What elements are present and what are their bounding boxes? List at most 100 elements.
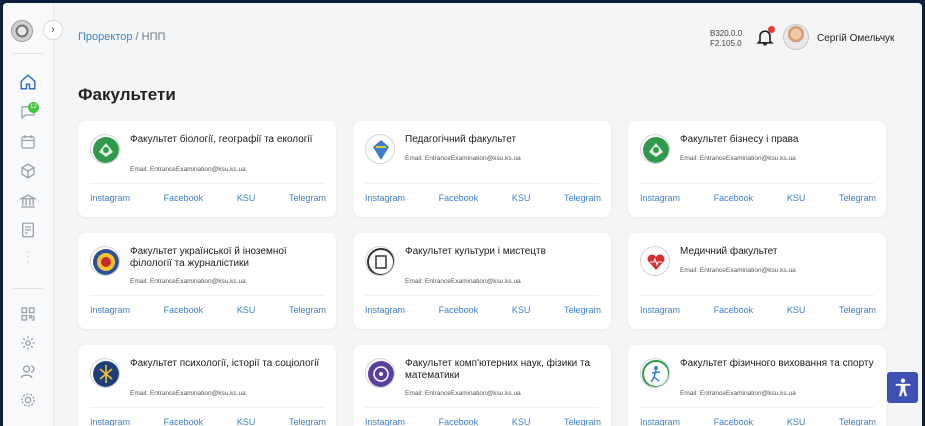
facebook-link[interactable]: Facebook [164, 305, 204, 315]
social-links: Instagram Facebook KSU Telegram [365, 193, 601, 203]
faculty-emblem-icon [90, 358, 120, 388]
telegram-link[interactable]: Telegram [839, 305, 876, 315]
ksu-link[interactable]: KSU [512, 305, 531, 315]
instagram-link[interactable]: Instagram [365, 193, 405, 203]
card-divider [90, 295, 324, 296]
telegram-link[interactable]: Telegram [289, 305, 326, 315]
instagram-link[interactable]: Instagram [90, 417, 130, 426]
faculty-name[interactable]: Факультет бізнесу і права [680, 134, 875, 146]
version-backend: B320.0.0 [710, 29, 743, 38]
top-bar: Проректор / НПП B320.0.0 F2.105.0 Сергій… [54, 3, 922, 73]
faculty-name[interactable]: Факультет фізичного виховання та спорту [680, 358, 875, 370]
facebook-link[interactable]: Facebook [164, 193, 204, 203]
facebook-link[interactable]: Facebook [714, 417, 754, 426]
faculty-name[interactable]: Факультет психології, історії та соціоло… [130, 358, 325, 370]
card-divider [365, 183, 599, 184]
card-divider [365, 407, 599, 408]
facebook-link[interactable]: Facebook [439, 417, 479, 426]
faculty-card[interactable]: Факультет біології, географії та екологі… [78, 121, 336, 217]
card-divider [640, 295, 874, 296]
ksu-link[interactable]: KSU [787, 305, 806, 315]
sidebar-divider [13, 288, 43, 289]
faculty-card[interactable]: Факультет психології, історії та соціоло… [78, 345, 336, 426]
facebook-link[interactable]: Facebook [714, 193, 754, 203]
bank-icon[interactable] [18, 192, 38, 210]
faculty-card[interactable]: Факультет української й іноземної філоло… [78, 233, 336, 329]
facebook-link[interactable]: Facebook [714, 305, 754, 315]
telegram-link[interactable]: Telegram [839, 417, 876, 426]
faculty-card[interactable]: Факультет бізнесу і права Email: Entrance… [628, 121, 886, 217]
telegram-link[interactable]: Telegram [564, 417, 601, 426]
facebook-link[interactable]: Facebook [164, 417, 204, 426]
social-links: Instagram Facebook KSU Telegram [640, 193, 876, 203]
users-icon[interactable] [19, 363, 37, 381]
breadcrumb-link[interactable]: Проректор [78, 31, 132, 43]
home-icon[interactable] [19, 73, 37, 91]
cube-icon[interactable] [19, 162, 37, 180]
faculty-emblem-icon [640, 358, 670, 388]
calendar-icon[interactable] [19, 133, 37, 151]
facebook-link[interactable]: Facebook [439, 193, 479, 203]
telegram-link[interactable]: Telegram [289, 417, 326, 426]
ksu-link[interactable]: KSU [787, 193, 806, 203]
faculty-emblem-icon [640, 246, 670, 276]
faculty-emblem-icon [90, 134, 120, 164]
breadcrumb-separator: / [135, 31, 139, 43]
faculty-emblem-icon [365, 134, 395, 164]
user-name[interactable]: Сергій Омельчук [817, 33, 894, 44]
faculty-name[interactable]: Факультет біології, географії та екологі… [130, 134, 325, 146]
faculty-card[interactable]: Факультет культури і мистецтв Email: Entr… [353, 233, 611, 329]
faculty-name[interactable]: Факультет української й іноземної філоло… [130, 246, 325, 270]
instagram-link[interactable]: Instagram [90, 193, 130, 203]
telegram-link[interactable]: Telegram [564, 193, 601, 203]
faculty-name[interactable]: Педагогічний факультет [405, 134, 600, 146]
card-divider [90, 407, 324, 408]
faculty-emblem-icon [365, 358, 395, 388]
sidebar: 12 · · · [3, 3, 54, 426]
breadcrumb-current: НПП [141, 31, 166, 43]
faculty-name[interactable]: Медичний факультет [680, 246, 875, 258]
more-icon[interactable]: · · · [25, 247, 31, 268]
instagram-link[interactable]: Instagram [365, 305, 405, 315]
faculty-email: Email: EntranceExamination@ksu.ks.ua [680, 267, 796, 274]
faculty-card[interactable]: Факультет фізичного виховання та спорту E… [628, 345, 886, 426]
ksu-link[interactable]: KSU [512, 417, 531, 426]
instagram-link[interactable]: Instagram [640, 305, 680, 315]
facebook-link[interactable]: Facebook [439, 305, 479, 315]
faculty-email: Email: EntranceExamination@ksu.ks.ua [680, 390, 796, 397]
social-links: Instagram Facebook KSU Telegram [365, 417, 601, 426]
sidebar-collapse-button[interactable]: › [43, 20, 63, 40]
telegram-link[interactable]: Telegram [564, 305, 601, 315]
avatar[interactable] [783, 24, 809, 50]
ksu-link[interactable]: KSU [787, 417, 806, 426]
faculty-emblem-icon [365, 246, 395, 276]
faculty-email: Email: EntranceExamination@ksu.ks.ua [130, 390, 246, 397]
gear-icon[interactable] [19, 391, 37, 409]
instagram-link[interactable]: Instagram [640, 417, 680, 426]
instagram-link[interactable]: Instagram [365, 417, 405, 426]
social-links: Instagram Facebook KSU Telegram [640, 417, 876, 426]
notification-dot [768, 26, 775, 33]
ksu-link[interactable]: KSU [237, 305, 256, 315]
university-logo[interactable] [11, 20, 33, 42]
faculty-name[interactable]: Факультет культури і мистецтв [405, 246, 600, 258]
instagram-link[interactable]: Instagram [90, 305, 130, 315]
ksu-link[interactable]: KSU [237, 193, 256, 203]
settings-icon[interactable] [19, 334, 37, 352]
qr-icon[interactable] [19, 305, 37, 323]
faculty-name[interactable]: Факультет комп'ютерних наук, фізики та м… [405, 358, 600, 382]
accessibility-button[interactable] [887, 372, 918, 403]
document-icon[interactable] [19, 221, 37, 239]
ksu-link[interactable]: KSU [237, 417, 256, 426]
ksu-link[interactable]: KSU [512, 193, 531, 203]
telegram-link[interactable]: Telegram [289, 193, 326, 203]
version-frontend: F2.105.0 [710, 39, 742, 48]
social-links: Instagram Facebook KSU Telegram [365, 305, 601, 315]
faculty-card[interactable]: Педагогічний факультет Email: EntranceExa… [353, 121, 611, 217]
faculty-email: Email: EntranceExamination@ksu.ks.ua [405, 278, 521, 285]
faculty-card[interactable]: Медичний факультет Email: EntranceExamina… [628, 233, 886, 329]
faculty-card[interactable]: Факультет комп'ютерних наук, фізики та м… [353, 345, 611, 426]
faculty-email: Email: EntranceExamination@ksu.ks.ua [130, 166, 246, 173]
telegram-link[interactable]: Telegram [839, 193, 876, 203]
instagram-link[interactable]: Instagram [640, 193, 680, 203]
